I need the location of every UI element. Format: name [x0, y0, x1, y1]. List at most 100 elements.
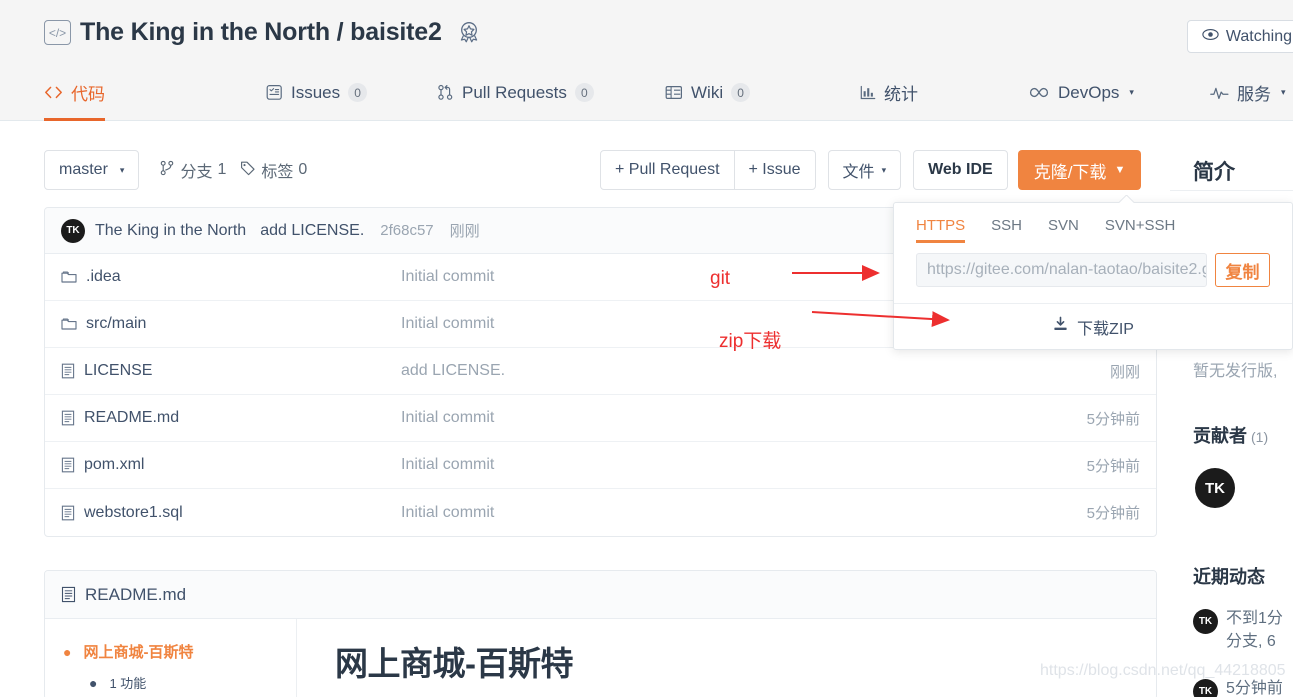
new-pull-request-button[interactable]: + Pull Request	[600, 150, 735, 190]
folder-icon	[61, 317, 77, 331]
tab-svn-ssh[interactable]: SVN+SSH	[1105, 217, 1175, 243]
chevron-down-icon: ▼	[1114, 164, 1126, 176]
avatar: TK	[1193, 679, 1218, 697]
tags-count: 0	[298, 161, 308, 178]
tab-ssh[interactable]: SSH	[991, 217, 1022, 243]
table-row[interactable]: LICENSE add LICENSE. 刚刚	[45, 348, 1156, 395]
file-commit-message: Initial commit	[401, 409, 495, 426]
chevron-down-icon: ▾	[881, 164, 887, 175]
commit-author[interactable]: The King in the North	[95, 222, 246, 240]
branch-selector-label: master	[59, 161, 108, 178]
web-ide-button[interactable]: Web IDE	[913, 150, 1008, 190]
page-title: The King in the North / baisite2	[80, 18, 442, 46]
copy-button[interactable]: 复制	[1215, 253, 1270, 287]
file-name-cell[interactable]: pom.xml	[61, 456, 401, 474]
branches-count: 1	[217, 161, 227, 178]
toc-item[interactable]: ● 网上商城-百斯特	[63, 641, 282, 662]
sidebar-divider	[1170, 190, 1293, 191]
file-commit-message: Initial commit	[401, 456, 495, 473]
file-commit-message: Initial commit	[401, 503, 495, 521]
tab-https[interactable]: HTTPS	[916, 217, 966, 243]
file-time: 刚刚	[1109, 363, 1140, 381]
clone-download-button[interactable]: 克隆/下载 ▼	[1017, 150, 1142, 190]
readme-content: 网上商城-百斯特	[297, 619, 1156, 697]
file-name-cell[interactable]: src/main	[61, 315, 401, 333]
toc-item[interactable]: ● 1 功能	[89, 673, 282, 692]
file-menu-button[interactable]: 文件 ▾	[827, 150, 902, 190]
contributors-label: 贡献者	[1193, 426, 1247, 446]
chevron-down-icon: ▾	[1281, 87, 1286, 97]
download-icon	[1052, 316, 1069, 337]
activity-item[interactable]: TK 5分钟前	[1193, 677, 1283, 697]
activity-line-2: 分支, 6	[1226, 633, 1276, 651]
file-name-cell[interactable]: LICENSE	[61, 362, 401, 380]
commit-sha[interactable]: 2f68c57	[380, 222, 433, 239]
toc-item-label: 1 功能	[109, 676, 147, 691]
create-button-group: + Pull Request + Issue	[600, 150, 816, 190]
tab-code[interactable]: 代码	[44, 74, 105, 121]
file-name-label: pom.xml	[84, 456, 145, 473]
new-issue-button[interactable]: + Issue	[733, 150, 816, 190]
tab-devops[interactable]: DevOps ▾	[1028, 74, 1134, 121]
bullet-icon: ●	[89, 675, 98, 691]
activity-text: 5分钟前	[1226, 680, 1283, 697]
tab-devops-label: DevOps	[1058, 82, 1120, 102]
contributors-count: (1)	[1251, 429, 1269, 445]
file-name-cell[interactable]: .idea	[61, 268, 401, 286]
download-zip-label: 下载ZIP	[1077, 320, 1134, 338]
repo-toolbar-right: + Pull Request + Issue 文件 ▾ Web IDE 克隆/下…	[600, 150, 1142, 190]
chevron-down-icon: ▾	[1129, 87, 1134, 97]
repo-nav-tabs: 代码 Issues 0 Pull Requests 0 Wiki 0 统计 De…	[0, 70, 1293, 121]
repo-meta-stats: 分支 1 标签 0	[159, 158, 307, 182]
file-name-cell[interactable]: webstore1.sql	[61, 504, 401, 522]
tags-link[interactable]: 标签 0	[240, 158, 307, 182]
file-icon	[61, 505, 75, 521]
code-brackets-icon: </>	[44, 20, 71, 45]
table-row[interactable]: webstore1.sql Initial commit 5分钟前	[45, 489, 1156, 536]
clone-download-dropdown: HTTPS SSH SVN SVN+SSH https://gitee.com/…	[893, 202, 1293, 350]
tab-statistics[interactable]: 统计	[860, 74, 918, 121]
dropdown-arrow	[1119, 195, 1134, 203]
infinity-icon	[1028, 86, 1050, 99]
file-name-label: webstore1.sql	[84, 503, 183, 521]
branch-selector[interactable]: master ▾	[44, 150, 140, 190]
sidebar-activity-title: 近期动态	[1193, 567, 1265, 587]
tab-services-label: 服务	[1237, 85, 1271, 104]
tab-pull-requests-label: Pull Requests	[462, 82, 567, 102]
file-name-cell[interactable]: README.md	[61, 409, 401, 427]
annotation-git: git	[710, 268, 731, 289]
branches-link[interactable]: 分支 1	[159, 158, 226, 182]
clone-url-input[interactable]: https://gitee.com/nalan-taotao/baisite2.…	[916, 253, 1207, 287]
tab-services[interactable]: 服务 ▾	[1210, 74, 1286, 121]
branches-label: 分支	[180, 164, 213, 181]
watermark: https://blog.csdn.net/qq_44218805	[1040, 662, 1286, 679]
sidebar-release-text: 暂无发行版,	[1193, 363, 1278, 380]
page-root: </> The King in the North / baisite2 Wat…	[0, 0, 1293, 697]
tab-pull-requests[interactable]: Pull Requests 0	[437, 74, 594, 121]
readme-header: README.md	[45, 571, 1156, 619]
contributor-avatar[interactable]: TK	[1195, 468, 1235, 508]
commit-time: 刚刚	[449, 223, 480, 240]
file-time: 5分钟前	[1086, 410, 1140, 428]
tab-wiki[interactable]: Wiki 0	[665, 74, 751, 121]
table-row[interactable]: pom.xml Initial commit 5分钟前	[45, 442, 1156, 489]
wiki-icon	[665, 85, 683, 100]
chevron-down-icon: ▾	[119, 164, 125, 175]
repo-title-row: </> The King in the North / baisite2	[44, 18, 481, 47]
readme-file-label: README.md	[85, 584, 187, 604]
avatar: TK	[1193, 609, 1218, 634]
tab-wiki-label: Wiki	[691, 82, 724, 102]
file-menu-label: 文件	[842, 164, 875, 181]
tab-svn[interactable]: SVN	[1048, 217, 1079, 243]
tags-label: 标签	[261, 164, 294, 181]
avatar: TK	[61, 218, 85, 243]
watching-button[interactable]: Watching	[1186, 20, 1293, 53]
tab-issues[interactable]: Issues 0	[266, 74, 368, 121]
readme-toc: ● 网上商城-百斯特 ● 1 功能	[45, 619, 297, 697]
table-row[interactable]: README.md Initial commit 5分钟前	[45, 395, 1156, 442]
sidebar-contributors-title: 贡献者 (1)	[1193, 422, 1268, 448]
download-zip-button[interactable]: 下载ZIP	[894, 303, 1292, 349]
commit-message[interactable]: add LICENSE.	[260, 222, 364, 240]
activity-item[interactable]: TK 不到1分 分支, 6	[1193, 607, 1283, 653]
repo-toolbar-left: master ▾ 分支 1 标签 0	[44, 150, 307, 190]
